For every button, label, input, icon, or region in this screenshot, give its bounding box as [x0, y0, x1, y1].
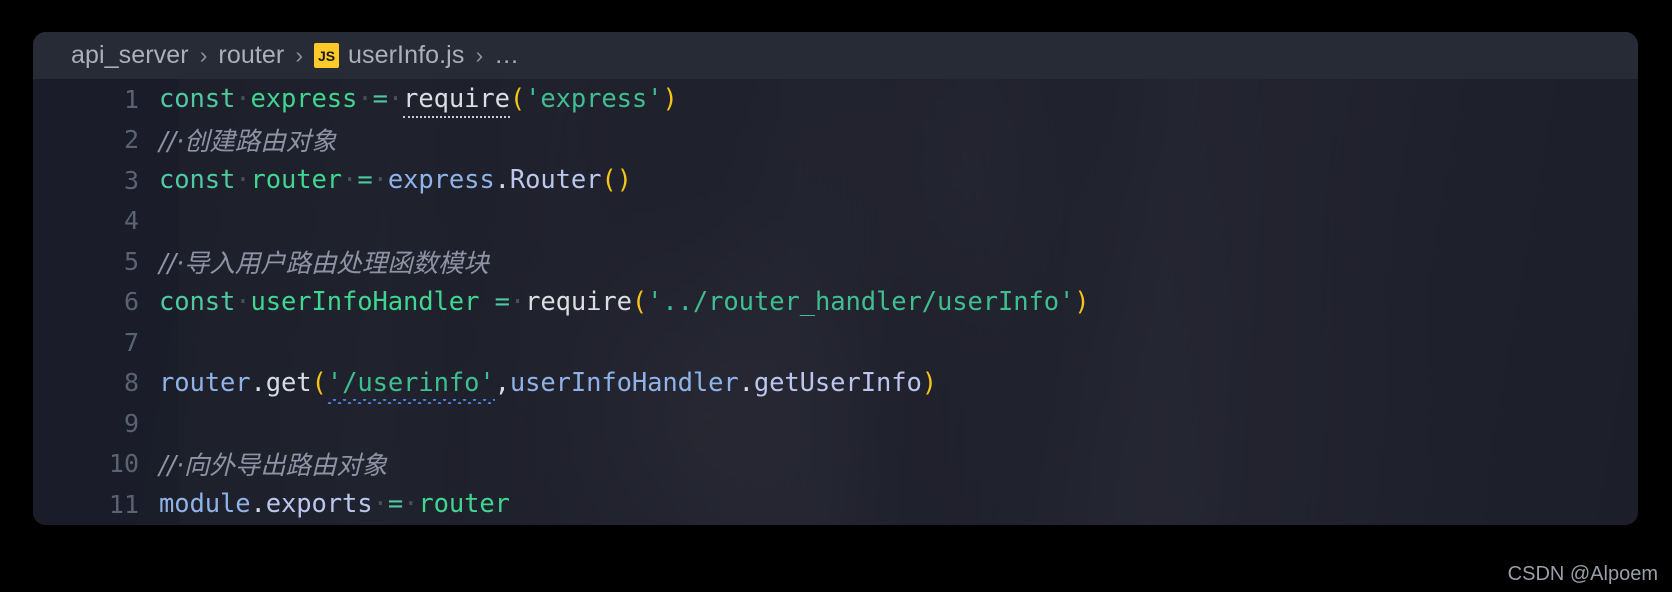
code-token: const [159, 165, 236, 196]
code-editor-window: api_server › router › JS userInfo.js › …… [33, 32, 1638, 525]
code-line[interactable]: 6 const·userInfoHandler =·require('../rou… [33, 282, 1638, 323]
code-token: express [250, 84, 358, 115]
line-number: 6 [123, 287, 139, 317]
code-line-text: const·userInfoHandler =·require('../rout… [159, 287, 1090, 317]
code-token: 'express' [525, 84, 663, 115]
code-token: · [357, 84, 373, 115]
code-editor-content[interactable]: 1 const·express·=·require('express') 2//·创… [33, 79, 1638, 525]
line-number: 1 [123, 84, 139, 114]
code-token: require [403, 84, 510, 119]
code-token: //·创建路由对象 [159, 127, 337, 158]
line-number: 3 [123, 165, 139, 195]
code-token: · [509, 286, 526, 317]
code-token: require [525, 286, 632, 317]
code-token: const [159, 286, 236, 317]
line-number: 8 [123, 368, 139, 398]
code-token: . [250, 489, 266, 520]
code-token: · [235, 84, 251, 115]
code-line[interactable]: 10 //·向外导出路由对象 [33, 444, 1638, 485]
code-line[interactable]: 11 module.exports·=·router [33, 484, 1638, 525]
breadcrumb-item-api_server[interactable]: api_server [71, 41, 189, 70]
code-token: · [372, 165, 388, 196]
code-token: . [494, 165, 510, 196]
code-line-text: const·router·=·express.Router() [159, 165, 632, 195]
code-line[interactable]: 7 [33, 322, 1638, 363]
code-token: express [387, 165, 495, 196]
code-token: exports [265, 489, 373, 520]
code-token: ( [311, 367, 327, 398]
js-file-icon: JS [314, 43, 339, 68]
code-token: · [403, 489, 419, 520]
code-line-text: router.get('/userinfo',userInfoHandler.g… [159, 368, 937, 398]
code-token: ( [509, 84, 526, 115]
code-token: · [372, 489, 388, 520]
code-token: getUserInfo [753, 367, 922, 398]
code-token: '../router_handler/userInfo' [647, 286, 1075, 317]
breadcrumb-item-router[interactable]: router [218, 41, 284, 70]
code-line-text: //·创建路由对象 [159, 121, 336, 158]
code-token: ( [631, 286, 648, 317]
code-token: . [738, 367, 754, 398]
code-token: '/userinfo' [326, 367, 495, 398]
code-token: . [250, 367, 266, 398]
code-line-text: module.exports·=·router [159, 489, 510, 519]
code-token: get [265, 367, 312, 398]
code-token: ) [662, 84, 678, 115]
breadcrumb-separator-icon: › [199, 42, 208, 68]
code-token: = [494, 286, 510, 317]
watermark: CSDN @Alpoem [1507, 563, 1658, 585]
line-number: 9 [123, 408, 139, 438]
code-token: userInfoHandler [250, 286, 480, 317]
code-line[interactable]: 8 router.get('/userinfo',userInfoHandler.… [33, 363, 1638, 404]
line-number: 11 [108, 489, 139, 519]
code-token: router [418, 489, 510, 520]
code-line[interactable]: 3 const·router·=·express.Router() [33, 160, 1638, 201]
code-line[interactable]: 2 //·创建路由对象 [33, 120, 1638, 161]
line-number: 10 [108, 449, 139, 479]
code-token: · [387, 84, 404, 115]
code-token: = [372, 84, 388, 115]
code-token: () [601, 165, 632, 196]
breadcrumb-separator-icon: › [475, 42, 484, 68]
line-number: 5 [123, 246, 139, 276]
code-line-text: //·导入用户路由处理函数模块 [159, 243, 489, 280]
code-line[interactable]: 5 //·导入用户路由处理函数模块 [33, 241, 1638, 282]
code-line[interactable]: 4 [33, 201, 1638, 242]
code-token: ) [1074, 286, 1090, 317]
code-token: Router [509, 165, 602, 196]
breadcrumb-item-userinfo-js[interactable]: userInfo.js [348, 41, 464, 70]
code-line-text: const·express·=·require('express') [159, 84, 678, 119]
code-token: · [342, 165, 358, 196]
code-token: router [250, 165, 343, 196]
code-token: ) [921, 367, 937, 398]
screenshot-root: api_server › router › JS userInfo.js › …… [0, 0, 1672, 592]
code-token: //·向外导出路由对象 [159, 451, 388, 482]
code-line[interactable]: 9 [33, 403, 1638, 444]
code-token: //·导入用户路由处理函数模块 [159, 248, 489, 279]
breadcrumb-overflow-icon[interactable]: … [494, 41, 519, 70]
line-number: 7 [123, 327, 139, 357]
code-token: module [159, 489, 251, 520]
line-number: 2 [123, 125, 139, 155]
line-number: 4 [123, 206, 139, 236]
code-token: userInfoHandler [509, 367, 739, 398]
code-token: const [159, 84, 236, 115]
breadcrumb-separator-icon: › [295, 42, 303, 68]
code-token: , [494, 367, 510, 398]
code-line-list: 1 const·express·=·require('express') 2//·创… [33, 79, 1638, 525]
code-token: = [387, 489, 404, 520]
code-line[interactable]: 1 const·express·=·require('express') [33, 79, 1638, 120]
code-token: = [357, 165, 373, 196]
breadcrumb: api_server › router › JS userInfo.js › … [33, 32, 1638, 79]
code-line-text: //·向外导出路由对象 [159, 445, 387, 482]
code-token: · [235, 165, 251, 196]
code-token: router [159, 367, 251, 398]
code-token: · [235, 286, 251, 317]
